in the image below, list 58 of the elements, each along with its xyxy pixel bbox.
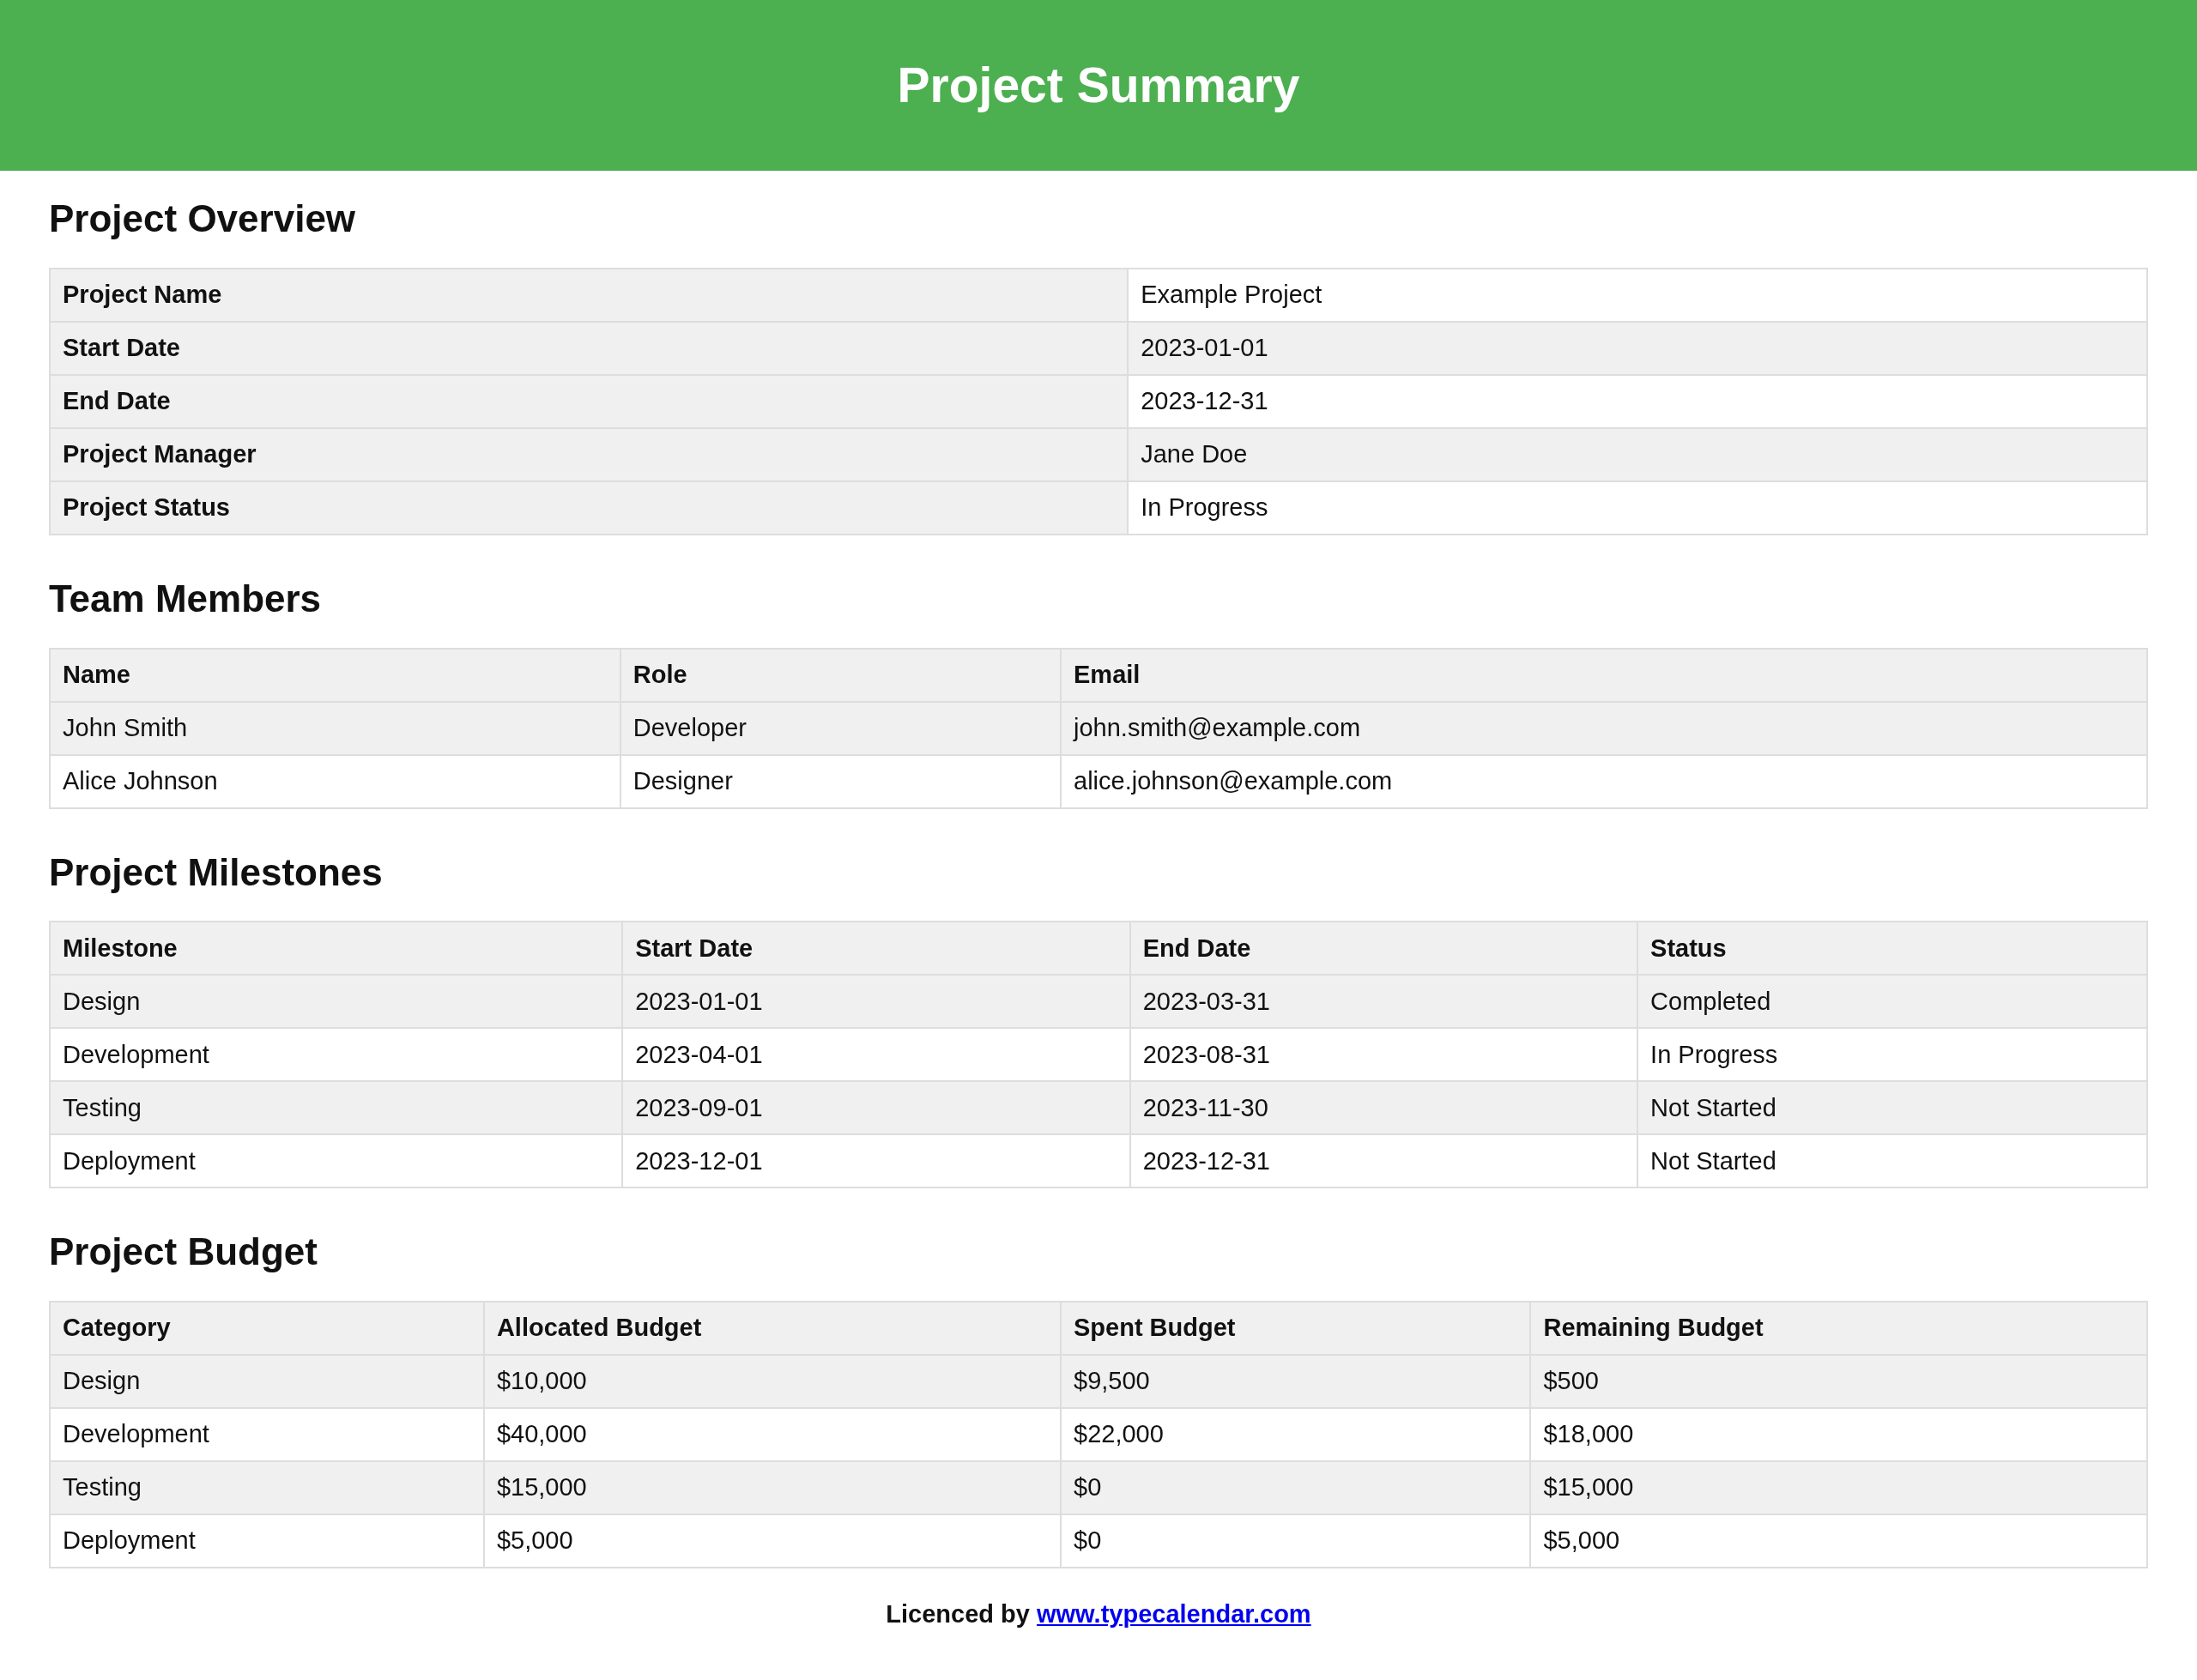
column-header: Name bbox=[50, 648, 620, 702]
table-cell: $0 bbox=[1061, 1461, 1531, 1515]
column-header: Allocated Budget bbox=[483, 1302, 1061, 1356]
table-cell: Design bbox=[50, 1355, 484, 1409]
column-header: Remaining Budget bbox=[1530, 1302, 2147, 1356]
table-cell: $0 bbox=[1061, 1514, 1531, 1568]
table-cell: $15,000 bbox=[1530, 1461, 2147, 1515]
table-cell: Alice Johnson bbox=[50, 754, 620, 808]
table-cell: $10,000 bbox=[483, 1355, 1061, 1409]
row-label: Start Date bbox=[50, 321, 1129, 375]
table-cell: Example Project bbox=[1128, 268, 2147, 322]
table-cell: Design bbox=[50, 975, 623, 1029]
table-cell: 2023-09-01 bbox=[622, 1081, 1130, 1135]
row-label: End Date bbox=[50, 374, 1129, 428]
table-cell: Not Started bbox=[1637, 1134, 2147, 1188]
table-cell: $9,500 bbox=[1061, 1355, 1531, 1409]
section-heading: Team Members bbox=[49, 576, 323, 621]
table-cell: Not Started bbox=[1637, 1081, 2147, 1135]
table-cell: $5,000 bbox=[1530, 1514, 2147, 1568]
column-header: End Date bbox=[1129, 922, 1638, 976]
table-cell: 2023-01-01 bbox=[1128, 321, 2147, 375]
table-cell: Testing bbox=[50, 1081, 623, 1135]
table-cell: 2023-01-01 bbox=[622, 975, 1130, 1029]
table-cell: Completed bbox=[1637, 975, 2147, 1029]
section-heading: Project Milestones bbox=[49, 849, 384, 895]
section-heading: Project Overview bbox=[49, 196, 357, 241]
table-cell: Developer bbox=[620, 701, 1061, 755]
column-header: Status bbox=[1637, 922, 2147, 976]
section-heading: Project Budget bbox=[49, 1230, 318, 1275]
table-cell: $500 bbox=[1530, 1355, 2147, 1409]
table-cell: Deployment bbox=[50, 1514, 484, 1568]
table-cell: 2023-12-01 bbox=[622, 1134, 1130, 1188]
table-cell: John Smith bbox=[50, 701, 620, 755]
table-cell: 2023-12-31 bbox=[1128, 374, 2147, 428]
table-cell: 2023-11-30 bbox=[1129, 1081, 1638, 1135]
licence-text: Licenced by bbox=[886, 1600, 1031, 1629]
table-cell: In Progress bbox=[1128, 480, 2147, 535]
column-header: Category bbox=[50, 1302, 484, 1356]
row-label: Project Manager bbox=[50, 427, 1129, 481]
table-cell: Designer bbox=[620, 754, 1061, 808]
row-label: Project Name bbox=[50, 268, 1129, 322]
table-cell: john.smith@example.com bbox=[1061, 701, 2147, 755]
column-header: Start Date bbox=[622, 922, 1130, 976]
column-header: Role bbox=[620, 648, 1061, 702]
table-cell: $15,000 bbox=[483, 1461, 1061, 1515]
table-cell: alice.johnson@example.com bbox=[1061, 754, 2147, 808]
table-cell: 2023-03-31 bbox=[1129, 975, 1638, 1029]
table-cell: Deployment bbox=[50, 1134, 623, 1188]
page-title: Project Summary bbox=[897, 57, 1300, 115]
website-link[interactable]: www.typecalendar.com bbox=[1037, 1600, 1311, 1629]
column-header: Spent Budget bbox=[1061, 1302, 1531, 1356]
table-cell: 2023-12-31 bbox=[1129, 1134, 1638, 1188]
table-cell: Testing bbox=[50, 1461, 484, 1515]
table-cell: Jane Doe bbox=[1128, 427, 2147, 481]
table-cell: $5,000 bbox=[483, 1514, 1061, 1568]
column-header: Milestone bbox=[50, 922, 623, 976]
row-label: Project Status bbox=[50, 480, 1129, 535]
column-header: Email bbox=[1061, 648, 2147, 702]
